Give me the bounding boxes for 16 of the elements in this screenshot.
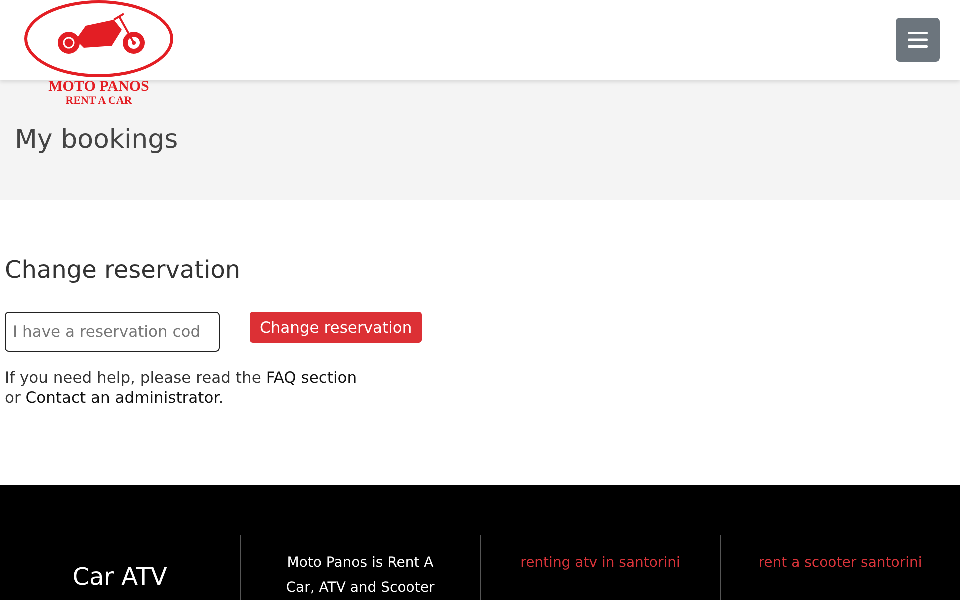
contact-link[interactable]: Contact an administrator xyxy=(26,389,219,407)
footer-text: Moto Panos is Rent A Car, ATV and Scooter xyxy=(285,554,436,598)
section-heading: Change reservation xyxy=(5,256,242,284)
menu-icon xyxy=(908,32,928,48)
footer-title: Car ATV xyxy=(72,563,168,593)
page-title: My bookings xyxy=(15,125,178,155)
footer-link[interactable]: renting atv in santorini xyxy=(520,551,680,600)
menu-button[interactable] xyxy=(896,18,940,62)
footer-link[interactable]: rent a scooter santorini xyxy=(758,551,922,600)
site-logo[interactable]: MOTO PANOS RENT A CAR xyxy=(24,0,174,108)
change-reservation-button[interactable]: Change reservation xyxy=(250,312,422,343)
logo-subtitle: RENT A CAR xyxy=(66,95,132,108)
help-text: If you need help, please read the FAQ section or Contact an administrator. xyxy=(5,368,358,408)
faq-link[interactable]: FAQ section xyxy=(266,369,358,387)
reservation-code-field[interactable]: I have a reservation cod xyxy=(5,312,220,352)
logo-title: MOTO PANOS xyxy=(48,80,150,95)
